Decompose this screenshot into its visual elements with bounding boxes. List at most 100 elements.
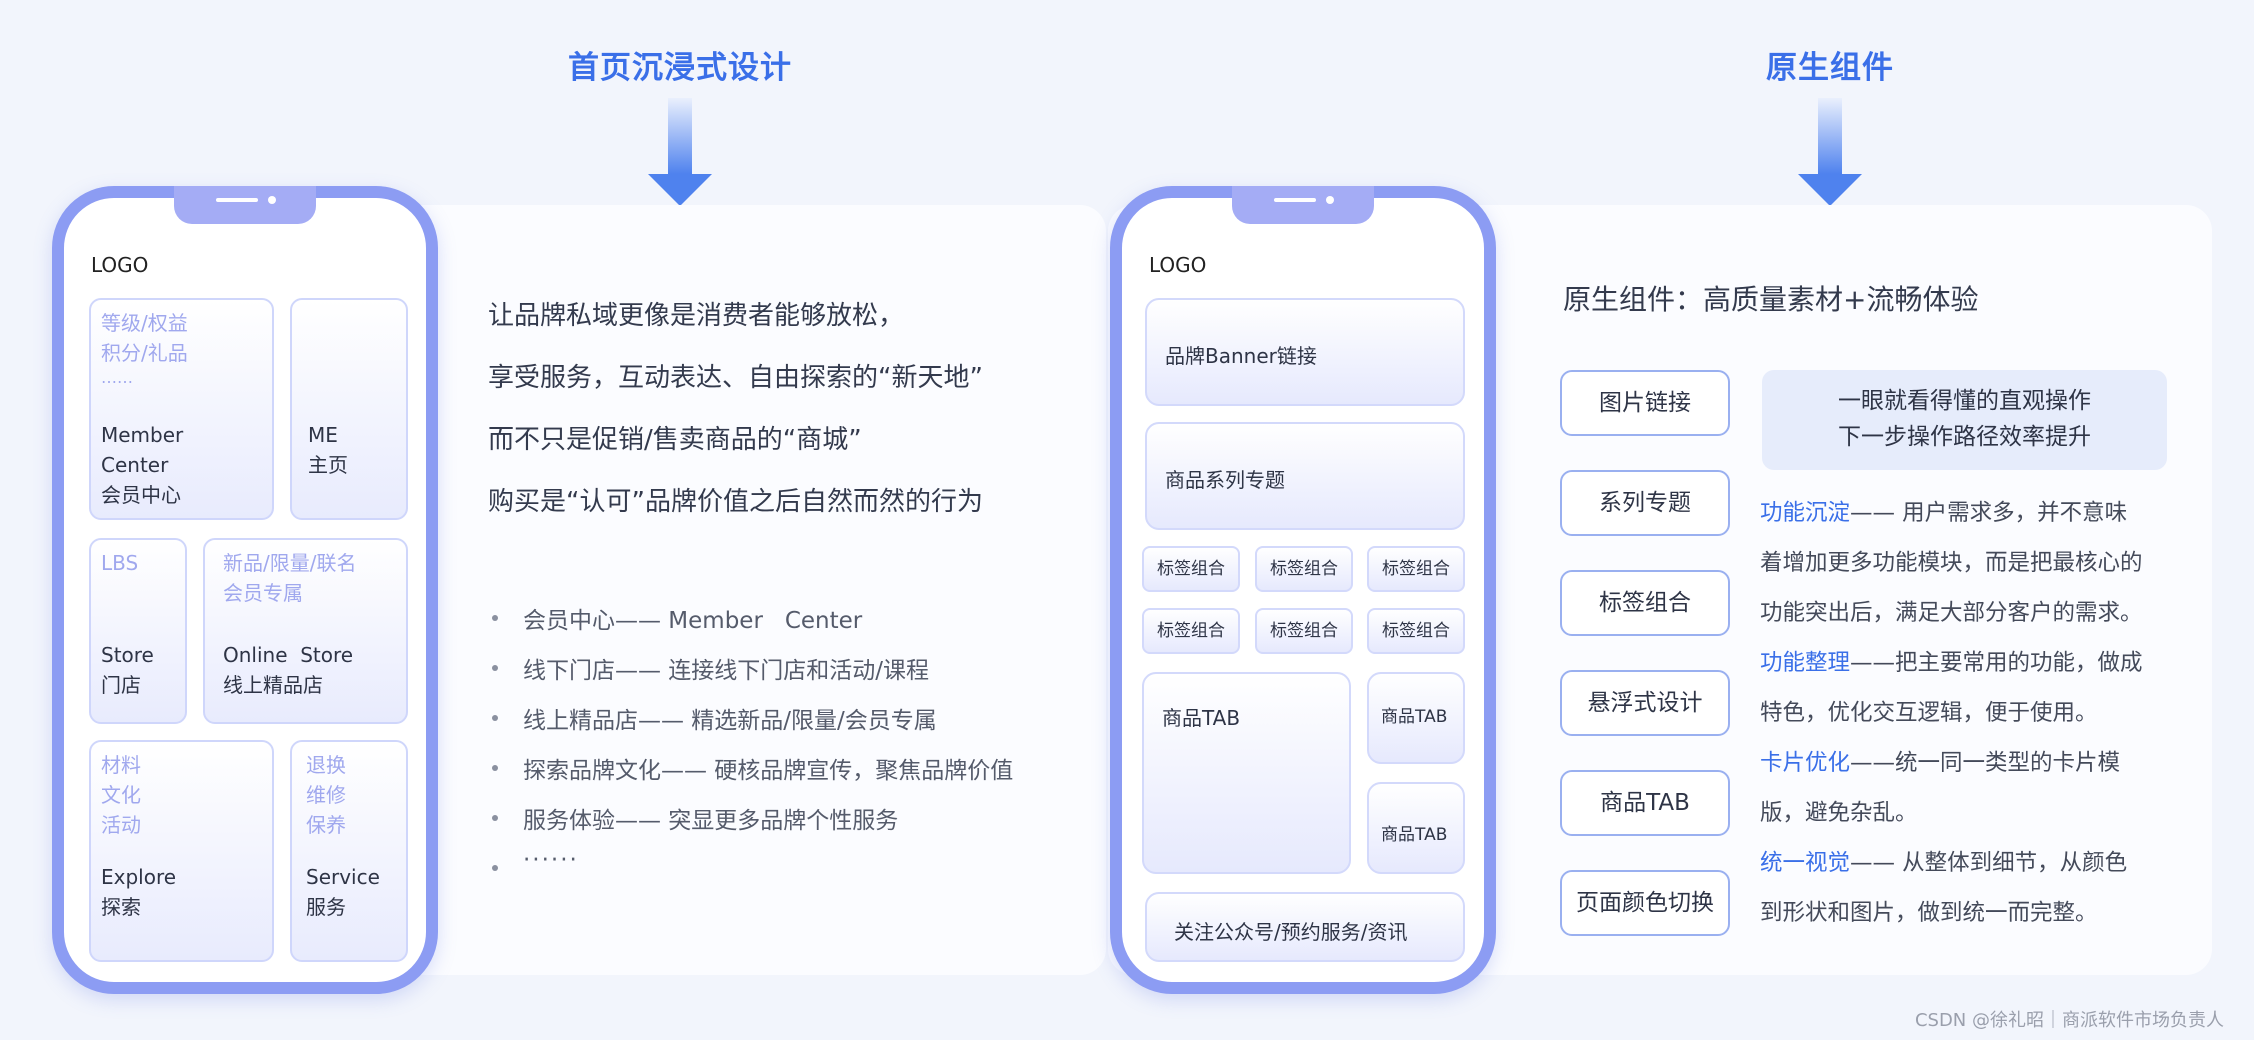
paragraph-line: 让品牌私域更像是消费者能够放松， — [488, 301, 905, 331]
tab-label: 商品TAB — [1381, 825, 1448, 845]
pill-series-topic[interactable]: 系列专题 — [1560, 470, 1730, 536]
bullet-item: 服务体验—— 突显更多品牌个性服务 — [523, 808, 899, 834]
pill-product-tab[interactable]: 商品TAB — [1560, 770, 1730, 836]
card-online-store[interactable]: 新品/限量/联名 会员专属 Online Store 线上精品店 — [203, 538, 408, 724]
card-member-center[interactable]: 等级/权益 积分/礼品 …… Member Center 会员中心 — [89, 298, 274, 520]
series-label: 商品系列专题 — [1165, 468, 1285, 492]
right-headline: 原生组件：高质量素材+流畅体验 — [1563, 283, 1979, 316]
card-faint-line: …… — [101, 368, 133, 387]
banner-label: 品牌Banner链接 — [1165, 344, 1317, 368]
card-main-line: Center — [101, 453, 169, 477]
camera-icon — [268, 196, 276, 204]
tab-label: 商品TAB — [1381, 707, 1448, 727]
bullet-dot-icon — [492, 865, 498, 871]
bullet-item: 会员中心—— Member Center — [523, 608, 863, 634]
tab-label: 商品TAB — [1162, 706, 1241, 730]
card-faint-line: 会员专属 — [223, 581, 303, 605]
tag-combo-button[interactable]: 标签组合 — [1255, 608, 1353, 654]
info-line: 下一步操作路径效率提升 — [1838, 424, 2091, 450]
highlight-term: 统一视觉 — [1760, 850, 1851, 876]
product-tab-large[interactable]: 商品TAB — [1142, 672, 1351, 874]
brand-banner-link[interactable]: 品牌Banner链接 — [1145, 298, 1465, 406]
highlight-term: 卡片优化 — [1760, 750, 1851, 776]
speaker-icon — [216, 198, 258, 202]
card-faint-line: 活动 — [101, 813, 141, 837]
desc-line: 功能突出后，满足大部分客户的需求。 — [1760, 600, 2143, 626]
card-main-line: 探索 — [101, 895, 141, 919]
tag-combo-button[interactable]: 标签组合 — [1367, 608, 1465, 654]
left-phone: LOGO 等级/权益 积分/礼品 …… Member Center 会员中心 M… — [52, 186, 438, 994]
card-main-line: 门店 — [101, 673, 141, 697]
product-tab-small[interactable]: 商品TAB — [1367, 672, 1465, 764]
card-main-line: Service — [306, 865, 380, 889]
desc-line: 功能整理——把主要常用的功能，做成 — [1760, 650, 2143, 676]
card-main-line: Online Store — [223, 643, 354, 667]
highlight-term: 功能整理 — [1760, 650, 1851, 676]
speaker-icon — [1274, 198, 1316, 202]
desc-line: 统一视觉—— 从整体到细节，从颜色 — [1760, 850, 2128, 876]
bullet-dot-icon — [492, 815, 498, 821]
desc-line: 特色，优化交互逻辑，便于使用。 — [1760, 700, 2098, 726]
bullet-dot-icon — [492, 665, 498, 671]
desc-line: 到形状和图片，做到统一而完整。 — [1760, 900, 2098, 926]
tag-combo-button[interactable]: 标签组合 — [1367, 546, 1465, 592]
bullet-dot-icon — [492, 615, 498, 621]
card-store[interactable]: LBS Store 门店 — [89, 538, 187, 724]
pill-image-link[interactable]: 图片链接 — [1560, 370, 1730, 436]
highlight-term: 功能沉淀 — [1760, 500, 1851, 526]
phone-logo: LOGO — [91, 253, 149, 277]
card-main-line: 服务 — [306, 895, 346, 919]
phone-logo: LOGO — [1149, 253, 1207, 277]
product-tab-small[interactable]: 商品TAB — [1367, 782, 1465, 874]
pill-page-color-switch[interactable]: 页面颜色切换 — [1560, 870, 1730, 936]
down-arrow-icon — [648, 98, 712, 208]
pill-tag-combo[interactable]: 标签组合 — [1560, 570, 1730, 636]
card-faint-line: 维修 — [306, 783, 346, 807]
card-explore[interactable]: 材料 文化 活动 Explore 探索 — [89, 740, 274, 962]
intuitive-operation-box: 一眼就看得懂的直观操作 下一步操作路径效率提升 — [1762, 370, 2167, 470]
left-section-title: 首页沉浸式设计 — [568, 50, 792, 86]
bullet-item: 线下门店—— 连接线下门店和活动/课程 — [523, 658, 930, 684]
card-faint-line: LBS — [101, 551, 139, 575]
card-faint-line: 保养 — [306, 813, 346, 837]
card-main-line: 线上精品店 — [223, 673, 323, 697]
tag-combo-button[interactable]: 标签组合 — [1142, 608, 1240, 654]
card-faint-line: 文化 — [101, 783, 141, 807]
card-me[interactable]: ME 主页 — [290, 298, 408, 520]
tag-combo-button[interactable]: 标签组合 — [1255, 546, 1353, 592]
desc-line: 着增加更多功能模块，而是把最核心的 — [1760, 550, 2143, 576]
card-faint-line: 退换 — [306, 753, 346, 777]
bottom-bar-label: 关注公众号/预约服务/资讯 — [1174, 920, 1408, 944]
card-main-line: 会员中心 — [101, 483, 181, 507]
bullet-item: 线上精品店—— 精选新品/限量/会员专属 — [523, 708, 937, 734]
tag-combo-button[interactable]: 标签组合 — [1142, 546, 1240, 592]
card-faint-line: 材料 — [101, 753, 141, 777]
footer-credit: CSDN @徐礼昭｜商派软件市场负责人 — [1914, 1010, 2224, 1031]
bullet-item: 探索品牌文化—— 硬核品牌宣传，聚焦品牌价值 — [523, 758, 1014, 784]
paragraph-line: 享受服务，互动表达、自由探索的“新天地” — [488, 363, 983, 393]
card-main-line: Member — [101, 423, 184, 447]
phone-notch — [1232, 186, 1374, 224]
desc-line: 卡片优化——统一同一类型的卡片模 — [1760, 750, 2121, 776]
card-main-line: ME — [308, 423, 338, 447]
principles-description: 功能沉淀—— 用户需求多，并不意味 着增加更多功能模块，而是把最核心的 功能突出… — [1760, 488, 2200, 938]
camera-icon — [1326, 196, 1334, 204]
info-line: 一眼就看得懂的直观操作 — [1838, 388, 2091, 414]
pill-floating-design[interactable]: 悬浮式设计 — [1560, 670, 1730, 736]
right-section-title: 原生组件 — [1766, 50, 1894, 86]
paragraph-line: 购买是“认可”品牌价值之后自然而然的行为 — [488, 487, 983, 517]
card-main-line: 主页 — [308, 453, 348, 477]
bullet-item: ······ — [523, 847, 579, 873]
right-phone: LOGO 品牌Banner链接 商品系列专题 标签组合 标签组合 标签组合 标签… — [1110, 186, 1496, 994]
card-faint-line: 新品/限量/联名 — [223, 551, 357, 575]
card-faint-line: 积分/礼品 — [101, 341, 188, 365]
paragraph-line: 而不只是促销/售卖商品的“商城” — [488, 425, 862, 455]
phone-notch — [174, 186, 316, 224]
down-arrow-icon — [1798, 98, 1862, 208]
product-series-card[interactable]: 商品系列专题 — [1145, 422, 1465, 530]
follow-reserve-bar[interactable]: 关注公众号/预约服务/资讯 — [1145, 892, 1465, 962]
card-main-line: Explore — [101, 865, 177, 889]
card-service[interactable]: 退换 维修 保养 Service 服务 — [290, 740, 408, 962]
bullet-dot-icon — [492, 765, 498, 771]
intro-paragraph: 让品牌私域更像是消费者能够放松， 享受服务，互动表达、自由探索的“新天地” 而不… — [488, 290, 983, 528]
